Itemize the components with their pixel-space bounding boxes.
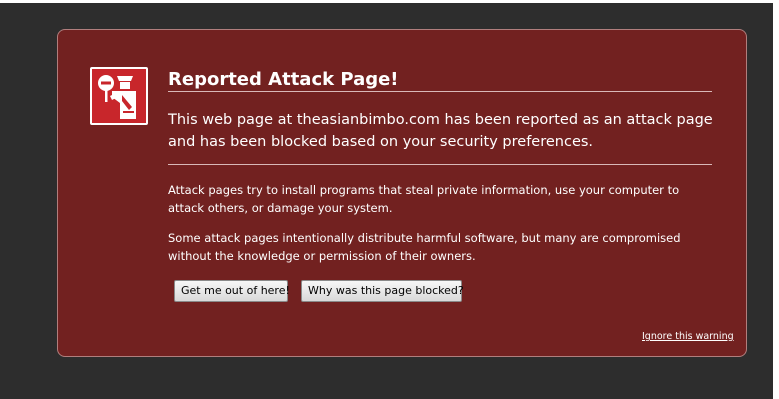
police-officer-stop-icon [90,67,148,125]
long-description-2: Some attack pages intentionally distribu… [168,231,681,263]
get-me-out-button[interactable]: Get me out of here! [174,280,290,302]
description-divider [168,164,712,165]
long-description-1: Attack pages try to install programs tha… [168,183,680,215]
attack-warning-panel: Reported Attack Page! This web page at t… [57,29,747,357]
window-right-edge [773,0,779,399]
ignore-warning-link[interactable]: Ignore this warning [642,331,734,343]
short-description: This web page at theasianbimbo.com has b… [168,112,713,150]
window-top-edge [0,0,779,3]
page-title: Reported Attack Page! [168,69,399,90]
why-blocked-button[interactable]: Why was this page blocked? [301,280,464,302]
title-divider [168,91,712,92]
